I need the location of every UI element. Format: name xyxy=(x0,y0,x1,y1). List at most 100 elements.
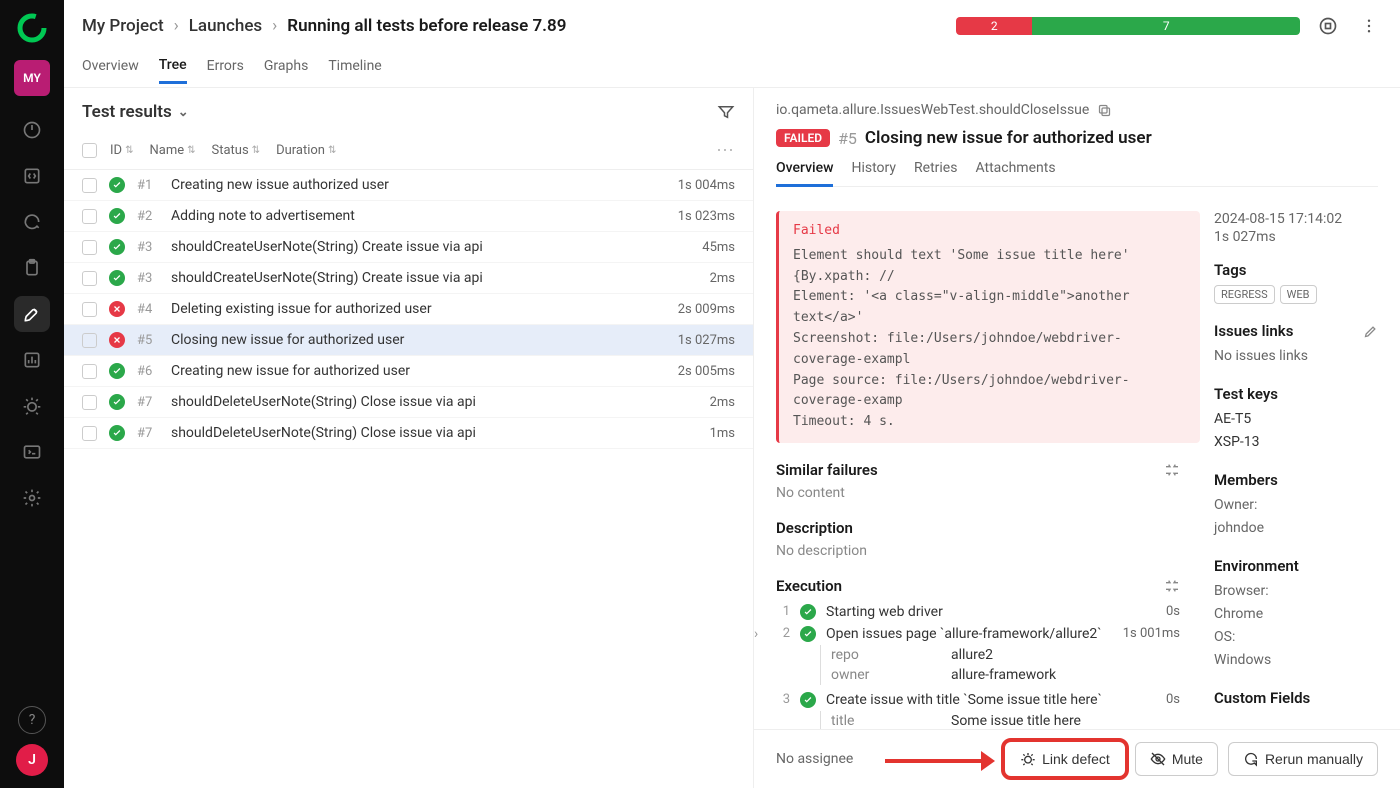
table-row[interactable]: #6Creating new issue for authorized user… xyxy=(64,356,753,387)
breadcrumb-project[interactable]: My Project xyxy=(82,16,164,36)
sidebar-settings-icon[interactable] xyxy=(14,480,50,516)
col-status[interactable]: Status⇅ xyxy=(212,143,261,158)
link-defect-button[interactable]: Link defect xyxy=(1005,742,1125,776)
sidebar-code-icon[interactable] xyxy=(14,158,50,194)
compare-icon[interactable] xyxy=(1164,462,1180,478)
progress-passed: 7 xyxy=(1032,17,1300,35)
row-id: #2 xyxy=(137,209,159,224)
bug-icon xyxy=(1020,751,1036,767)
exec-step[interactable]: ›2Open issues page `allure-framework/all… xyxy=(776,623,1200,645)
env-heading: Environment xyxy=(1214,557,1378,575)
mute-button[interactable]: Mute xyxy=(1135,742,1218,776)
meta-date: 2024-08-15 17:14:02 xyxy=(1214,211,1378,227)
table-row[interactable]: #3 shouldCreateUserNote(String) Create is… xyxy=(64,263,753,294)
exec-step[interactable]: 1Starting web driver0s xyxy=(776,601,1200,623)
stop-icon[interactable] xyxy=(1314,12,1342,40)
project-badge[interactable]: MY xyxy=(14,60,50,96)
error-box: Failed Element should text 'Some issue t… xyxy=(776,211,1200,443)
check-icon xyxy=(109,363,125,379)
check-icon xyxy=(109,425,125,441)
nav-tab-tree[interactable]: Tree xyxy=(159,57,187,84)
chevron-down-icon: ⌄ xyxy=(178,105,189,120)
rerun-button[interactable]: Rerun manually xyxy=(1228,742,1378,776)
table-row[interactable]: #2Adding note to advertisement1s 023ms xyxy=(64,201,753,232)
step-number: 1 xyxy=(776,604,790,619)
test-key[interactable]: XSP-13 xyxy=(1214,432,1378,453)
sidebar-dashboard-icon[interactable] xyxy=(14,112,50,148)
sidebar-chart-icon[interactable] xyxy=(14,342,50,378)
row-checkbox[interactable] xyxy=(82,364,97,379)
sidebar-rocket-icon[interactable] xyxy=(14,296,50,332)
row-checkbox[interactable] xyxy=(82,240,97,255)
row-id: #7 xyxy=(137,395,159,410)
progress-bar[interactable]: 2 7 xyxy=(956,17,1300,35)
step-number: 3 xyxy=(776,692,790,707)
col-name[interactable]: Name⇅ xyxy=(149,143,195,158)
tag-chip[interactable]: REGRESS xyxy=(1214,285,1275,304)
row-name: Creating new issue authorized user xyxy=(171,177,666,193)
nav-tab-overview[interactable]: Overview xyxy=(82,58,139,82)
logo[interactable] xyxy=(16,12,48,44)
row-checkbox[interactable] xyxy=(82,178,97,193)
results-title[interactable]: Test results ⌄ xyxy=(82,102,189,122)
sidebar-refresh-icon[interactable] xyxy=(14,204,50,240)
row-duration: 1ms xyxy=(710,426,735,441)
breadcrumb-launches[interactable]: Launches xyxy=(189,16,262,36)
error-line: Timeout: 4 s. xyxy=(793,412,1186,433)
detail-tab-attachments[interactable]: Attachments xyxy=(975,160,1055,186)
table-row[interactable]: #4Deleting existing issue for authorized… xyxy=(64,294,753,325)
table-row[interactable]: #1Creating new issue authorized user1s 0… xyxy=(64,170,753,201)
tag-chip[interactable]: WEB xyxy=(1280,285,1317,304)
test-number: #5 xyxy=(838,129,857,148)
row-id: #3 xyxy=(137,271,159,286)
step-name: Open issues page `allure-framework/allur… xyxy=(826,626,1113,642)
sidebar-terminal-icon[interactable] xyxy=(14,434,50,470)
table-row[interactable]: #5Closing new issue for authorized user1… xyxy=(64,325,753,356)
table-row[interactable]: #7shouldDeleteUserNote(String) Close iss… xyxy=(64,418,753,449)
sort-icon: ⇅ xyxy=(125,145,133,156)
row-name: shouldCreateUserNote(String) Create issu… xyxy=(171,239,690,255)
copy-icon[interactable] xyxy=(1097,103,1112,118)
user-avatar[interactable]: J xyxy=(16,744,48,776)
row-checkbox[interactable] xyxy=(82,302,97,317)
row-checkbox[interactable] xyxy=(82,209,97,224)
meta-duration: 1s 027ms xyxy=(1214,229,1378,245)
row-name: Adding note to advertisement xyxy=(171,208,666,224)
col-id[interactable]: ID⇅ xyxy=(110,143,133,158)
exec-step[interactable]: 3Create issue with title `Some issue tit… xyxy=(776,689,1200,711)
chevron-right-icon[interactable]: › xyxy=(754,626,766,642)
sidebar-bug-icon[interactable] xyxy=(14,388,50,424)
more-vertical-icon[interactable] xyxy=(1356,13,1382,39)
filter-icon[interactable] xyxy=(717,103,735,121)
step-name: Starting web driver xyxy=(826,604,1156,620)
more-horizontal-icon[interactable]: ⋯ xyxy=(716,140,735,161)
table-header: ID⇅ Name⇅ Status⇅ Duration⇅ ⋯ xyxy=(64,132,753,170)
row-checkbox[interactable] xyxy=(82,395,97,410)
detail-tab-history[interactable]: History xyxy=(851,160,896,186)
sidebar-clipboard-icon[interactable] xyxy=(14,250,50,286)
keys-heading: Test keys xyxy=(1214,385,1378,403)
nav-tab-timeline[interactable]: Timeline xyxy=(328,58,381,82)
help-icon[interactable]: ? xyxy=(18,706,46,734)
table-row[interactable]: #7 shouldDeleteUserNote(String) Close iss… xyxy=(64,387,753,418)
assignee[interactable]: No assignee xyxy=(776,751,875,767)
table-row[interactable]: #3shouldCreateUserNote(String) Create is… xyxy=(64,232,753,263)
refresh-icon xyxy=(1243,751,1259,767)
col-duration[interactable]: Duration⇅ xyxy=(276,143,336,158)
detail-tab-retries[interactable]: Retries xyxy=(914,160,957,186)
compare-icon[interactable] xyxy=(1164,578,1180,594)
nav-tab-graphs[interactable]: Graphs xyxy=(264,58,308,82)
similar-failures-heading: Similar failures xyxy=(776,461,878,479)
edit-icon[interactable] xyxy=(1363,324,1378,339)
row-name: shouldCreateUserNote(String) Create issu… xyxy=(171,270,698,286)
issues-body: No issues links xyxy=(1214,346,1378,367)
row-checkbox[interactable] xyxy=(82,271,97,286)
select-all-checkbox[interactable] xyxy=(82,143,97,158)
row-checkbox[interactable] xyxy=(82,333,97,348)
row-name: shouldDeleteUserNote(String) Close issue… xyxy=(171,394,698,410)
test-key[interactable]: AE-T5 xyxy=(1214,409,1378,430)
nav-tab-errors[interactable]: Errors xyxy=(207,58,244,82)
row-checkbox[interactable] xyxy=(82,426,97,441)
row-id: #7 xyxy=(137,426,159,441)
detail-tab-overview[interactable]: Overview xyxy=(776,160,833,187)
